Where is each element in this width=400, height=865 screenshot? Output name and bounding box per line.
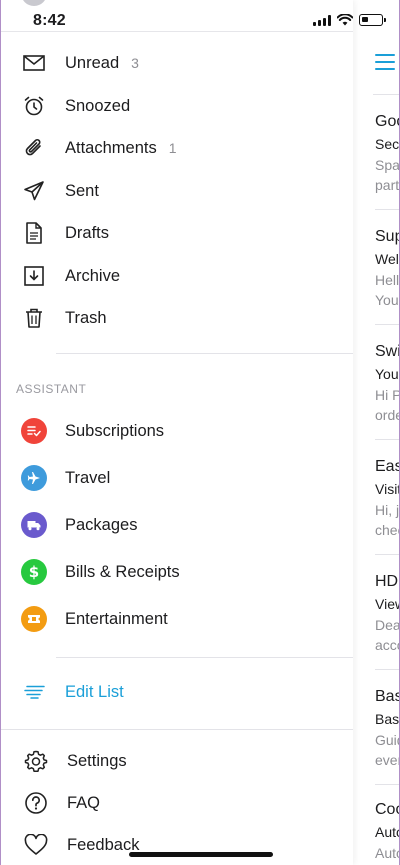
message-preview: Auto [375,845,399,861]
assistant-travel[interactable]: Travel [1,458,353,498]
message-preview: Guid [375,732,399,748]
dollar-icon: $ [21,559,47,585]
folder-label: Snoozed [65,96,131,115]
archive-box-icon [21,263,47,289]
message-preview: part [375,177,400,193]
ticket-icon [21,606,47,632]
cellular-signal-icon [313,14,331,26]
message-sender: Swi [375,343,400,360]
faq-label: FAQ [67,793,101,812]
folder-label: Attachments [65,138,157,157]
airplane-icon [21,465,47,491]
document-icon [21,220,47,246]
folder-sent[interactable]: Sent [1,171,353,211]
message-row[interactable]: Coo Auto Auto [375,801,399,865]
avatar [21,0,47,6]
edit-list-icon [21,679,47,705]
message-preview: Hi P [375,387,400,403]
message-row[interactable]: Sup Welc Hell You [375,228,400,308]
message-sender: HDI [375,573,400,590]
paper-plane-icon [21,178,47,204]
message-row[interactable]: Goo Sec Spa part [375,113,400,193]
question-circle-icon [23,790,49,816]
message-subject: Welc [375,251,399,267]
alarm-clock-icon [21,93,47,119]
message-preview: Hell [375,272,400,288]
message-row[interactable]: Eas Visit Hi, j chec [375,458,400,538]
assistant-bills-receipts[interactable]: $ Bills & Receipts [1,552,353,592]
message-subject: Sec [375,136,400,152]
message-preview: Dea [375,617,400,633]
message-sender: Sup [375,228,399,245]
assistant-label: Bills & Receipts [65,562,180,581]
faq-item[interactable]: FAQ [1,783,353,823]
message-preview: acco [375,637,399,653]
message-subject: Your [375,366,399,382]
message-row[interactable]: Bas Basi Guid ever [375,688,400,768]
message-subject: Basi [375,711,400,727]
folder-label: Sent [65,181,99,200]
message-subject: Visit [375,481,400,497]
message-preview: Spa [375,157,400,173]
edit-list-label: Edit List [65,682,124,701]
folder-label: Unread [65,53,120,72]
folder-snoozed[interactable]: Snoozed [1,86,353,126]
message-subject: View [375,596,399,612]
unread-count: 3 [131,54,139,71]
paperclip-icon [21,135,47,161]
assistant-packages[interactable]: Packages [1,505,353,545]
app-frame: 8:42 Goo Sec Spa part Sup Welc Hell You Swi Your H… [0,0,400,865]
folder-attachments[interactable]: Attachments 1 [1,128,353,168]
folder-label: Drafts [65,223,110,242]
message-sender: Coo [375,801,399,818]
assistant-subscriptions[interactable]: Subscriptions [1,411,353,451]
wifi-icon [337,14,353,26]
trash-icon [21,305,47,331]
message-sender: Bas [375,688,400,705]
message-row[interactable]: Swi Your Hi P orde [375,343,400,423]
message-preview: ever [375,752,400,768]
folder-drafts[interactable]: Drafts [1,213,353,253]
message-sender: Eas [375,458,400,475]
assistant-entertainment[interactable]: Entertainment [1,599,353,639]
message-subject: Auto [375,824,399,840]
assistant-label: Entertainment [65,609,168,628]
attachments-count: 1 [168,139,177,156]
folder-label: Archive [65,266,121,285]
home-indicator [129,852,273,857]
folder-archive[interactable]: Archive [1,256,353,296]
inbox-list: Goo Sec Spa part Sup Welc Hell You Swi Your Hi P or… [353,0,400,865]
folder-trash[interactable]: Trash [1,298,353,338]
settings-item[interactable]: Settings [1,741,353,781]
feedback-label: Feedback [67,835,140,854]
assistant-label: Travel [65,468,111,487]
envelope-icon [21,50,47,76]
heart-icon [23,832,49,858]
settings-label: Settings [67,751,127,770]
status-bar: 8:42 [1,0,399,34]
status-icons [313,14,386,26]
message-preview: orde [375,407,399,423]
assistant-label: Subscriptions [65,421,165,440]
message-preview: You [375,292,399,308]
message-row[interactable]: HDI View Dea acco [375,573,400,653]
hamburger-menu-icon[interactable] [375,54,395,70]
folder-unread[interactable]: Unread 3 [1,43,353,83]
status-time: 8:42 [33,12,66,29]
feedback-item[interactable]: Feedback [1,825,353,865]
message-sender: Goo [375,113,399,130]
edit-list-button[interactable]: Edit List [1,672,353,712]
subscriptions-icon [21,418,47,444]
folder-label: Trash [65,308,107,327]
assistant-label: Packages [65,515,138,534]
assistant-section-label: ASSISTANT [16,382,87,396]
truck-icon [21,512,47,538]
message-preview: chec [375,522,399,538]
navigation-drawer: Unread 3 Snoozed Attachments 1 Sent Drafts [1,0,353,865]
gear-icon [23,748,49,774]
message-preview: Hi, j [375,502,400,518]
battery-icon [359,14,386,26]
